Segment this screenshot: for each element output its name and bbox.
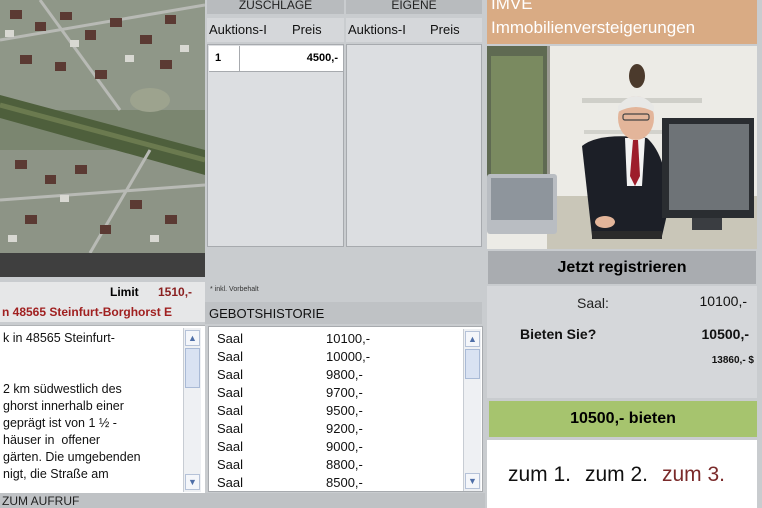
bid-history-row[interactable]: Saal 9800,- bbox=[209, 366, 459, 384]
description-line bbox=[3, 364, 181, 381]
column-header-auktion: Auktions-I bbox=[348, 22, 406, 37]
row-index: 1 bbox=[215, 52, 222, 64]
description-line: gärten. Die umgebenden bbox=[3, 450, 141, 464]
description-line: geprägt ist von 1 ½ - bbox=[3, 416, 117, 430]
brand-name: Immobilienversteigerungen bbox=[491, 18, 696, 37]
description-line: k in 48565 Steinfurt- bbox=[3, 331, 115, 345]
column-header-preis: Preis bbox=[292, 22, 322, 37]
bidder-label: Saal bbox=[217, 367, 244, 382]
bid-amount: 10000,- bbox=[326, 349, 371, 364]
bid-amount: 9000,- bbox=[326, 439, 363, 454]
brand-logo-text: IMVE bbox=[491, 0, 533, 13]
bid-amount: 10100,- bbox=[326, 331, 371, 346]
converted-value: 13860,- $ bbox=[711, 355, 754, 366]
brand-header: IMVE Immobilienversteigerungen bbox=[487, 0, 757, 44]
bidder-label: Saal bbox=[217, 475, 244, 490]
auction-page: Limit 1510,- n 48565 Steinfurt-Borghorst… bbox=[0, 0, 762, 508]
scroll-down-icon[interactable]: ▼ bbox=[185, 474, 200, 490]
call-link[interactable]: ZUM AUFRUF bbox=[0, 493, 485, 508]
scroll-thumb[interactable] bbox=[185, 348, 200, 388]
bid-amount: 9500,- bbox=[326, 403, 363, 418]
countdown-second: zum 2. bbox=[585, 463, 649, 486]
scroll-up-icon[interactable]: ▲ bbox=[465, 331, 480, 347]
place-bid-button[interactable]: 10500,- bieten bbox=[489, 401, 757, 437]
description-line: 2 km südwestlich des bbox=[3, 382, 122, 396]
countdown-third: zum 3. bbox=[662, 463, 726, 486]
eigene-table bbox=[346, 44, 482, 247]
bid-history-row[interactable]: Saal 10100,- bbox=[209, 330, 459, 348]
scroll-down-icon[interactable]: ▼ bbox=[465, 473, 480, 489]
bid-history-row[interactable]: Saal 9500,- bbox=[209, 402, 459, 420]
bieten-value: 10500,- bbox=[701, 326, 749, 342]
bid-info-panel: Saal: 10100,- Bieten Sie? 10500,- 13860,… bbox=[487, 286, 757, 398]
property-description: k in 48565 Steinfurt- 2 km südwestlich de… bbox=[0, 325, 205, 493]
saal-value: 10100,- bbox=[699, 293, 747, 309]
limit-value: 1510,- bbox=[158, 285, 193, 299]
description-line: ghorst innerhalb einer bbox=[3, 399, 124, 413]
eigene-columns: Auktions-I Preis bbox=[346, 18, 482, 42]
limit-row: Limit 1510,- bbox=[0, 282, 205, 302]
scroll-up-icon[interactable]: ▲ bbox=[185, 330, 200, 346]
bidder-label: Saal bbox=[217, 421, 244, 436]
zuschlaege-columns: Auktions-I Preis bbox=[207, 18, 344, 42]
bidder-label: Saal bbox=[217, 439, 244, 454]
eigene-title: EIGENE bbox=[346, 0, 482, 14]
bid-history-row[interactable]: Saal 9000,- bbox=[209, 438, 459, 456]
limit-label: Limit bbox=[110, 285, 139, 299]
footnote: * inkl. Vorbehalt bbox=[210, 286, 259, 293]
register-button[interactable]: Jetzt registrieren bbox=[488, 251, 756, 284]
saal-label: Saal: bbox=[577, 295, 609, 311]
bid-amount: 9200,- bbox=[326, 421, 363, 436]
bidder-label: Saal bbox=[217, 349, 244, 364]
scroll-thumb[interactable] bbox=[465, 349, 480, 379]
bid-history-row[interactable]: Saal 8800,- bbox=[209, 456, 459, 474]
zuschlaege-title: ZUSCHLÄGE bbox=[207, 0, 344, 14]
bid-amount: 9800,- bbox=[326, 367, 363, 382]
bid-amount: 8500,- bbox=[326, 475, 363, 490]
bid-history-row[interactable]: Saal 9200,- bbox=[209, 420, 459, 438]
bid-history-list: ▲ ▼ Saal 10100,- Saal 10000,- Saal 9800,- Saal… bbox=[208, 326, 483, 492]
zuschlaege-table: 1 4500,- bbox=[207, 44, 344, 247]
bid-history-title: GEBOTSHISTORIE bbox=[205, 302, 482, 324]
bidder-label: Saal bbox=[217, 331, 244, 346]
description-scrollbar[interactable]: ▲ ▼ bbox=[183, 328, 201, 492]
description-line: häuser in offener bbox=[3, 433, 101, 447]
bid-history-row[interactable]: Saal 8500,- bbox=[209, 474, 459, 491]
bid-history-row[interactable]: Saal 10000,- bbox=[209, 348, 459, 366]
bidder-label: Saal bbox=[217, 403, 244, 418]
bidder-label: Saal bbox=[217, 385, 244, 400]
aerial-map[interactable] bbox=[0, 0, 205, 253]
bid-history-scrollbar[interactable]: ▲ ▼ bbox=[463, 329, 481, 491]
bid-amount: 9700,- bbox=[326, 385, 363, 400]
cell-divider bbox=[239, 46, 240, 72]
auctioneer-video[interactable] bbox=[487, 46, 757, 249]
bidder-label: Saal bbox=[217, 457, 244, 472]
row-price: 4500,- bbox=[306, 52, 338, 64]
map-footer-bar bbox=[0, 253, 205, 277]
property-description-text: k in 48565 Steinfurt- 2 km südwestlich de… bbox=[3, 330, 181, 483]
countdown-first: zum 1. bbox=[508, 463, 572, 486]
description-line bbox=[3, 347, 181, 364]
auctioneer-video-frame bbox=[487, 46, 757, 249]
bieten-label: Bieten Sie? bbox=[520, 326, 597, 342]
description-line: nigt, die Straße am bbox=[3, 467, 109, 481]
table-row[interactable]: 1 4500,- bbox=[209, 46, 343, 72]
countdown-panel: zum 1. zum 2. zum 3. bbox=[487, 440, 757, 508]
property-location: n 48565 Steinfurt-Borghorst E bbox=[0, 302, 205, 322]
column-header-preis: Preis bbox=[430, 22, 460, 37]
bid-history-row[interactable]: Saal 9700,- bbox=[209, 384, 459, 402]
aerial-map-image bbox=[0, 0, 205, 253]
column-header-auktion: Auktions-I bbox=[209, 22, 267, 37]
bid-amount: 8800,- bbox=[326, 457, 363, 472]
